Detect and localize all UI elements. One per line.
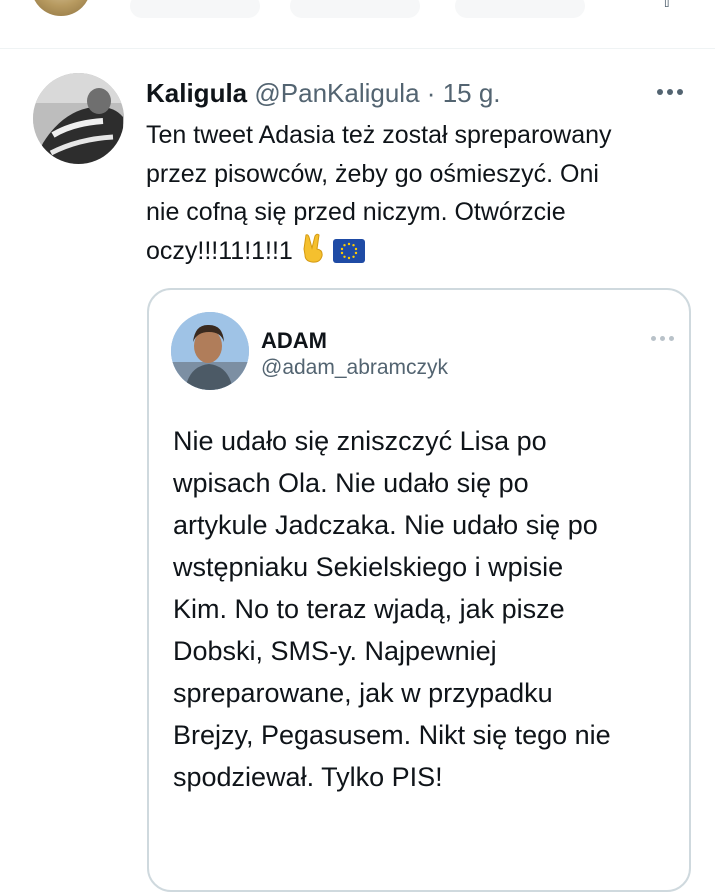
quoted-author-handle[interactable]: @adam_abramczyk: [261, 356, 448, 380]
tweet-text-line: nie cofną się przed niczym. Otwórzcie: [146, 198, 566, 226]
previous-tweet-avatar[interactable]: [31, 0, 91, 16]
quoted-text-line: artykule Jadczaka. Nie udało się po: [173, 510, 598, 540]
quoted-tweet-text: Nie udało się zniszczyć Lisa po wpisach …: [173, 420, 683, 798]
share-icon[interactable]: ⇧: [660, 0, 673, 12]
tweet-text-line-end: oczy!!!11!1!!1: [146, 236, 293, 265]
previous-tweet-action[interactable]: [455, 0, 585, 18]
timestamp[interactable]: 15 g.: [443, 78, 501, 108]
author-handle[interactable]: @PanKaligula: [254, 78, 419, 108]
quoted-tweet-card[interactable]: ADAM @adam_abramczyk Nie udało się znisz…: [147, 288, 691, 892]
quoted-text-line: Dobski, SMS-y. Najpewniej: [173, 636, 497, 666]
quoted-text-line: Nie udało się zniszczyć Lisa po: [173, 426, 547, 456]
previous-tweet-action[interactable]: [130, 0, 260, 18]
tweet-header: Kaligula @PanKaligula · 15 g.: [146, 78, 501, 108]
victory-hand-emoji: [299, 233, 327, 275]
quoted-more-icon[interactable]: [651, 336, 675, 344]
previous-tweet[interactable]: ⇧: [0, 0, 715, 49]
tweet-text-line: oczy!!!11!1!!1: [146, 232, 691, 275]
tweet-text: Ten tweet Adasia też został spreparowany…: [146, 116, 691, 274]
eu-flag-emoji: [332, 236, 365, 275]
quoted-text-line: spodziewał. Tylko PIS!: [173, 762, 443, 792]
quoted-text-line: Kim. No to teraz wjadą, jak pisze: [173, 594, 565, 624]
quoted-text-line: wstępniaku Sekielskiego i wpisie: [173, 552, 564, 582]
avatar-image: [33, 73, 124, 164]
quoted-text-line: wpisach Ola. Nie udało się po: [173, 468, 529, 498]
quoted-avatar[interactable]: [171, 312, 249, 390]
quoted-text-line: spreparowane, jak w przypadku: [173, 678, 553, 708]
more-horizontal-icon[interactable]: [654, 84, 686, 100]
tweet-text-line: Ten tweet Adasia też został spreparowany: [146, 121, 612, 149]
tweet-text-line: przez pisowców, żeby go ośmieszyć. Oni: [146, 159, 599, 188]
separator-dot: ·: [426, 78, 436, 108]
quoted-text-line: Brejzy, Pegasusem. Nikt się tego nie: [173, 720, 611, 750]
quoted-author-name[interactable]: ADAM: [261, 328, 327, 354]
quoted-avatar-image: [171, 312, 249, 390]
avatar[interactable]: [33, 73, 124, 164]
previous-tweet-action[interactable]: [290, 0, 420, 18]
author-name[interactable]: Kaligula: [146, 78, 247, 108]
